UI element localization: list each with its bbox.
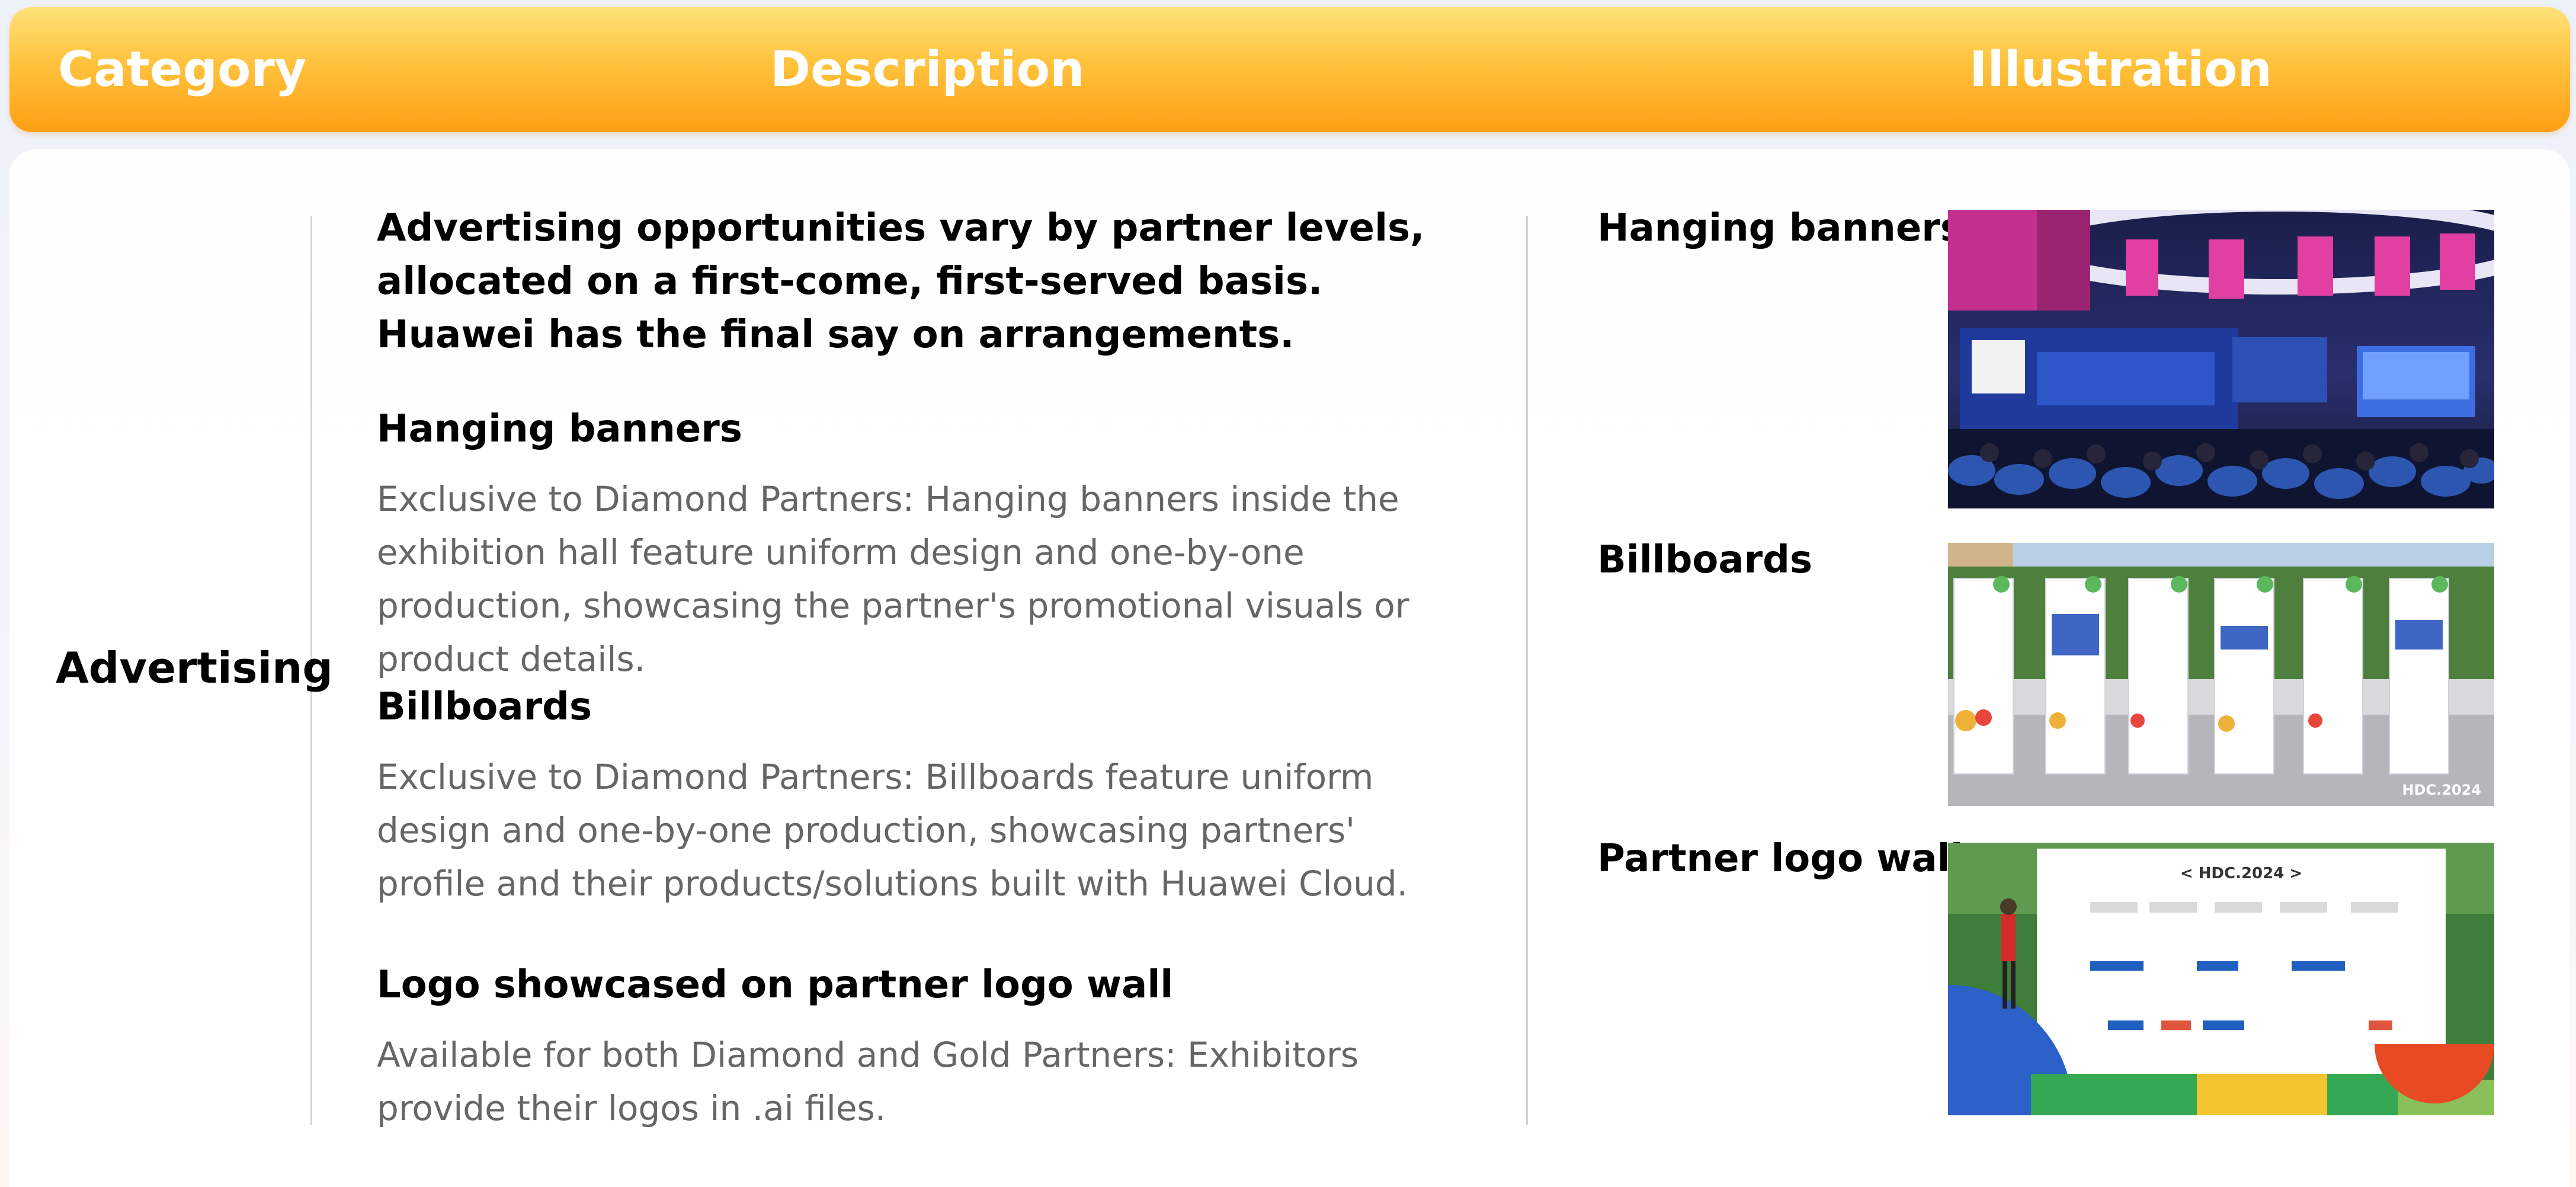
category-label: Advertising <box>56 643 333 693</box>
section-body-hanging-banners: Exclusive to Diamond Partners: Hanging b… <box>377 479 1409 679</box>
illustration-label-billboards: Billboards <box>1597 538 1813 582</box>
billboards-watermark: HDC.2024 <box>2402 782 2481 798</box>
description-lead: Advertising opportunities vary by partne… <box>377 206 1425 357</box>
logo-wall-title: < HDC.2024 > <box>2180 865 2302 882</box>
section-title-logo-wall: Logo showcased on partner logo wall <box>377 963 1174 1007</box>
logo-wall-photo: < HDC.2024 > <box>1948 843 2494 1115</box>
section-title-billboards: Billboards <box>377 685 592 729</box>
hanging-banners-photo <box>1948 210 2494 508</box>
header-illustration: Illustration <box>1969 41 2272 98</box>
illustration-label-hanging-banners: Hanging banners <box>1597 206 1963 250</box>
header-category: Category <box>58 41 307 98</box>
column-divider-right <box>1526 216 1528 1125</box>
table-header: Category Description Illustration <box>9 7 2570 132</box>
section-body-billboards: Exclusive to Diamond Partners: Billboard… <box>377 757 1408 904</box>
section-body-logo-wall: Available for both Diamond and Gold Part… <box>377 1035 1359 1128</box>
billboards-photo: HDC.2024 <box>1948 543 2494 806</box>
header-description: Description <box>770 41 1085 98</box>
section-title-hanging-banners: Hanging banners <box>377 407 742 451</box>
illustration-label-logo-wall: Partner logo wall <box>1597 837 1963 881</box>
